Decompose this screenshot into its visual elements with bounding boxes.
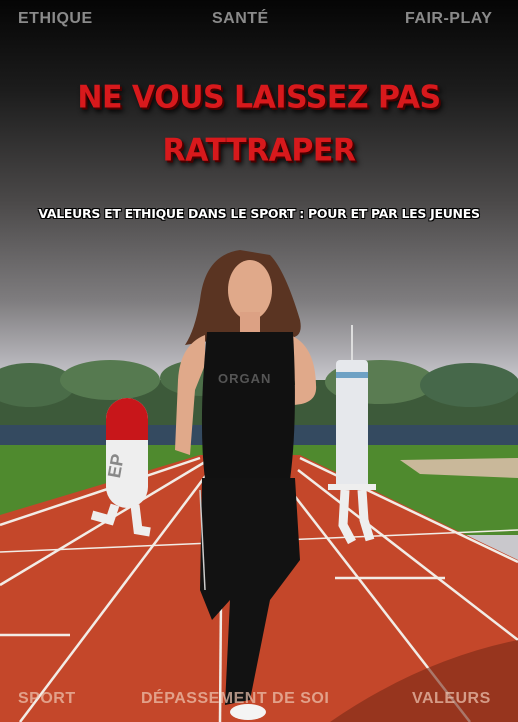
keyword-ethique: ETHIQUE — [18, 10, 93, 27]
shirt-text: ORGAN — [218, 371, 272, 386]
pill-label: EP — [104, 452, 128, 480]
headline-line-2: RATTRAPER — [162, 132, 356, 169]
poster: ETHIQUE SANTÉ FAIR-PLAY NE VOUS LAISSEZ … — [0, 0, 518, 722]
keyword-valeurs: VALEURS — [412, 690, 491, 707]
keyword-sport: SPORT — [18, 690, 76, 707]
keyword-depassement: DÉPASSEMENT DE SOI — [141, 690, 330, 707]
subtitle: VALEURS ET ETHIQUE DANS LE SPORT : POUR … — [38, 206, 480, 221]
headline-line-1: NE VOUS LAISSEZ PAS — [77, 79, 441, 116]
keyword-fair-play: FAIR-PLAY — [405, 10, 493, 27]
keyword-sante: SANTÉ — [212, 10, 269, 27]
